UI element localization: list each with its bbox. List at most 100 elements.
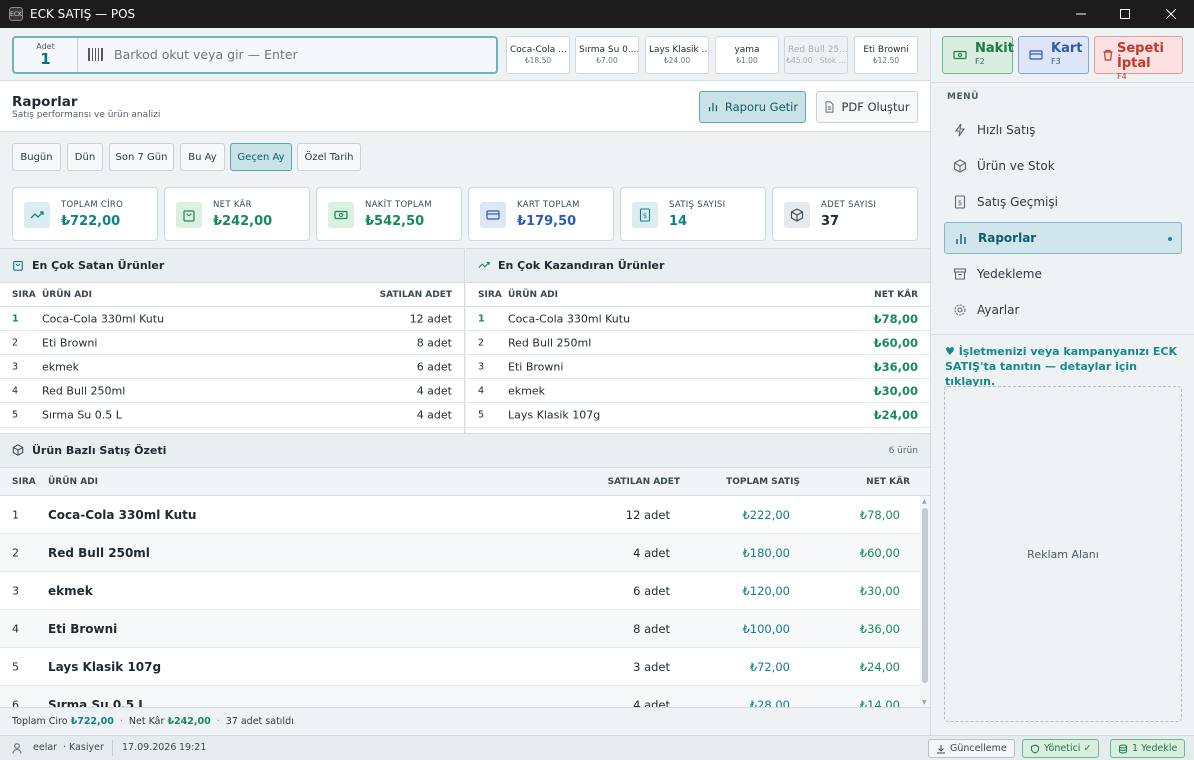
sold-qty: 4 adet: [416, 408, 452, 422]
filter-custom-date[interactable]: Özel Tarih: [297, 143, 361, 171]
table-row[interactable]: 4 Eti Browni 8 adet ₺100,00 ₺36,00: [0, 610, 920, 648]
vertical-scrollbar[interactable]: ▲ ▼: [920, 496, 930, 707]
quick-product-button[interactable]: Sırma Su 0.... ₺7.00: [575, 36, 639, 74]
receipt-icon: $: [632, 202, 658, 228]
column-header: SIRA: [12, 289, 36, 300]
table-row[interactable]: 6 Sırma Su 0.5 L 4 adet ₺28,00 ₺14,00: [0, 686, 920, 707]
admin-badge[interactable]: Yönetici ✓: [1022, 739, 1100, 758]
column-header: ÜRÜN ADI: [48, 476, 98, 487]
filter-today[interactable]: Bugün: [12, 143, 61, 171]
backup-button[interactable]: 1 Yedekle: [1110, 739, 1186, 758]
table-row[interactable]: 2 Eti Browni 8 adet: [0, 331, 464, 355]
table-row[interactable]: 3 Eti Browni ₺36,00: [466, 355, 930, 379]
stat-cards: TOPLAM CİRO ₺722,00 NET KÂR ₺242,00 NAKİ…: [0, 178, 930, 248]
quantity-field[interactable]: Adet 1: [14, 38, 78, 72]
rank: 5: [478, 409, 485, 421]
table-row[interactable]: 1 Coca-Cola 330ml Kutu 12 adet ₺222,00 ₺78,0…: [0, 496, 920, 534]
rank: 2: [12, 337, 19, 348]
table-row[interactable]: 2 Red Bull 250ml ₺60,00: [466, 331, 930, 355]
rank: 3: [478, 361, 485, 372]
menu-item-sales-history[interactable]: $ Satış Geçmişi: [944, 186, 1182, 218]
table-row[interactable]: 1 Coca-Cola 330ml Kutu ₺78,00: [466, 307, 930, 331]
maximize-button[interactable]: [1102, 0, 1148, 28]
box-icon: [784, 202, 810, 228]
table-row[interactable]: 4 ekmek ₺30,00: [466, 379, 930, 403]
table-row[interactable]: 5 Sırma Su 0.5 L 4 adet: [0, 403, 464, 428]
update-button[interactable]: Güncelleme: [928, 739, 1015, 758]
quick-product-button[interactable]: yama ₺1.00: [715, 36, 779, 74]
table-row[interactable]: 3 ekmek 6 adet: [0, 355, 464, 379]
rank: 4: [12, 385, 19, 396]
barcode-input[interactable]: Adet 1 Barkod okut veya gir — Enter: [12, 36, 498, 74]
net-profit: ₺36,00: [859, 621, 900, 636]
table-header: SIRA ÜRÜN ADI SATILAN ADET TOPLAM SATIŞ …: [0, 468, 930, 496]
net-profit: ₺30,00: [859, 583, 900, 598]
column-header: ÜRÜN ADI: [42, 289, 92, 300]
quick-product-button[interactable]: Coca-Cola ... ₺18.50: [506, 36, 570, 74]
product-summary-panel: Ürün Bazlı Satış Özeti 6 ürün SIRA ÜRÜN …: [0, 433, 930, 707]
trend-icon: [24, 202, 50, 228]
quick-product-button[interactable]: Red Bull 25... ₺45.00 · Stok ...: [784, 36, 848, 74]
filter-yesterday[interactable]: Dün: [67, 143, 103, 171]
stat-card-cash-total: NAKİT TOPLAM ₺542,50: [316, 187, 462, 241]
quick-product-button[interactable]: Lays Klasik ... ₺24.00: [645, 36, 709, 74]
ad-area[interactable]: Reklam Alanı: [944, 386, 1182, 722]
pdf-label: PDF Oluştur: [841, 100, 910, 114]
cash-payment-button[interactable]: Nakit F2: [942, 36, 1014, 74]
filter-last-month[interactable]: Geçen Ay: [230, 143, 292, 171]
menu-item-quick-sale[interactable]: Hızlı Satış: [944, 114, 1182, 146]
column-header: SIRA: [478, 289, 502, 300]
cancel-cart-button[interactable]: Sepeti İptal F4: [1094, 36, 1183, 81]
bag-icon: [176, 202, 202, 228]
filter-last-7-days[interactable]: Son 7 Gün: [109, 143, 174, 171]
stat-label: NET KÂR: [213, 200, 252, 210]
product-name: Red Bull 250ml: [48, 545, 150, 560]
chart-icon: [708, 102, 717, 112]
table-row[interactable]: 5 Lays Klasik 107g 3 adet ₺72,00 ₺24,00: [0, 648, 920, 686]
app-logo: ECK: [9, 7, 23, 21]
scrollbar-thumb[interactable]: [922, 508, 928, 683]
stat-value: ₺542,50: [365, 214, 425, 229]
stat-label: NAKİT TOPLAM: [365, 200, 432, 210]
sold-qty: 6 adet: [633, 583, 670, 598]
card-label: Kart: [1051, 41, 1083, 56]
table-row[interactable]: 2 Red Bull 250ml 4 adet ₺180,00 ₺60,00: [0, 534, 920, 572]
top-earning-header: En Çok Kazandıran Ürünler: [466, 249, 930, 283]
bolt-icon: [954, 123, 966, 137]
barcode-placeholder: Barkod okut veya gir — Enter: [114, 47, 298, 62]
close-button[interactable]: [1148, 0, 1194, 28]
get-report-label: Raporu Getir: [724, 100, 799, 114]
rank: 1: [12, 508, 19, 521]
menu-header: MENÜ: [947, 92, 979, 102]
table-row[interactable]: 4 Red Bull 250ml 4 adet: [0, 379, 464, 403]
right-panel: Nakit F2 Kart F3 Sepeti İptal F4 MENÜ Hı…: [930, 28, 1194, 735]
menu-item-reports[interactable]: Raporlar: [944, 222, 1182, 254]
maximize-icon: [1120, 9, 1130, 19]
panel-title: En Çok Satan Ürünler: [32, 259, 165, 272]
pdf-button[interactable]: PDF Oluştur: [816, 91, 918, 123]
product-name: Sırma Su 0.5 L: [48, 697, 146, 708]
sold-qty: 8 adet: [416, 336, 452, 349]
filter-this-month[interactable]: Bu Ay: [180, 143, 225, 171]
menu-item-settings[interactable]: Ayarlar: [944, 294, 1182, 326]
menu-item-products[interactable]: Ürün ve Stok: [944, 150, 1182, 182]
rank: 3: [12, 584, 19, 597]
cash-label: Nakit: [975, 41, 1014, 56]
total-sales: ₺28,00: [749, 697, 790, 708]
product-name: Lays Klasik 107g: [48, 659, 162, 674]
stat-label: KART TOPLAM: [517, 200, 580, 210]
quick-product-name: Sırma Su 0....: [579, 45, 638, 55]
menu-item-backup[interactable]: Yedekleme: [944, 258, 1182, 290]
quick-product-button[interactable]: Eti Browni ₺12.50: [854, 36, 918, 74]
window-title: ECK SATIŞ — POS: [30, 7, 136, 21]
minimize-button[interactable]: [1058, 0, 1104, 28]
table-row[interactable]: 3 ekmek 6 adet ₺120,00 ₺30,00: [0, 572, 920, 610]
get-report-button[interactable]: Raporu Getir: [699, 91, 806, 123]
table-row[interactable]: 1 Coca-Cola 330ml Kutu 12 adet: [0, 307, 464, 331]
card-payment-button[interactable]: Kart F3: [1018, 36, 1089, 74]
rank: 2: [12, 546, 19, 559]
promo-link[interactable]: ♥ İşletmenizi veya kampanyanızı ECK SATI…: [945, 344, 1179, 389]
column-header: SATILAN ADET: [379, 289, 452, 300]
table-row[interactable]: 5 Lays Klasik 107g ₺24,00: [466, 403, 930, 428]
summary-table-body: 1 Coca-Cola 330ml Kutu 12 adet ₺222,00 ₺78,0…: [0, 496, 920, 707]
